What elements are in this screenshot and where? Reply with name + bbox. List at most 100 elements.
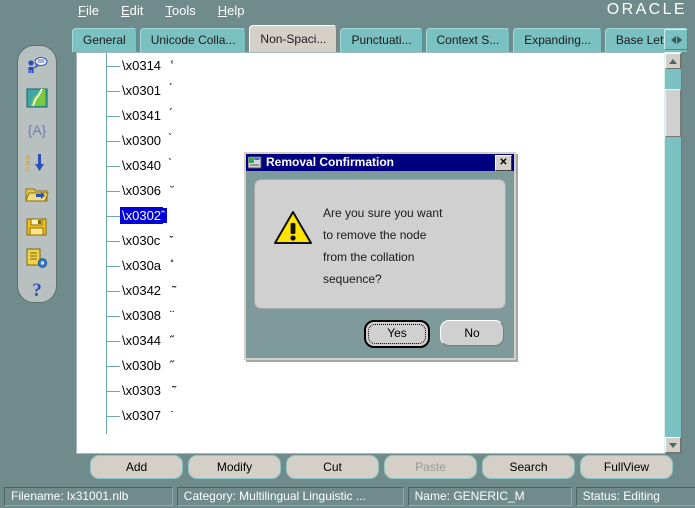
tree-node[interactable]: \x0341́: [106, 103, 172, 128]
svg-text:c: c: [26, 166, 30, 173]
chevron-left-icon[interactable]: [671, 36, 676, 44]
tree-branch-line: [106, 416, 120, 417]
dialog-message-line: to remove the node: [323, 224, 442, 246]
tree-node-selected[interactable]: \x0302̂: [106, 203, 167, 228]
open-folder-icon[interactable]: [24, 183, 50, 206]
tree-branch-line: [106, 91, 120, 92]
dialog-message-line: Are you sure you want: [323, 202, 442, 224]
removal-confirmation-dialog: Removal Confirmation ✕ Are you sure you …: [244, 152, 516, 360]
modify-button[interactable]: Modify: [188, 455, 281, 479]
braces-a-icon[interactable]: {A}: [24, 118, 50, 141]
tree-node[interactable]: \x030b̋: [106, 353, 172, 378]
yes-button[interactable]: Yes: [364, 320, 430, 348]
tree-node-label: \x030a: [120, 257, 163, 274]
tab-non-spacing[interactable]: Non-Spaci...: [249, 25, 337, 52]
tree-node[interactable]: \x0308̈: [106, 303, 172, 328]
abc-sort-icon[interactable]: a b c: [24, 150, 50, 173]
tree-node-label: \x0341: [120, 107, 163, 124]
menu-bar: File Edit Tools Help ORACLE: [0, 0, 695, 22]
oracle-logo: ORACLE: [607, 1, 687, 19]
tab-punctuation[interactable]: Punctuati...: [340, 28, 422, 52]
tree-node-label: \x0307: [120, 407, 163, 424]
tree-node-label: \x030b: [120, 357, 163, 374]
warning-triangle-icon: [273, 210, 313, 246]
tree-node-label: \x0300: [120, 132, 163, 149]
tree-branch-line: [106, 141, 120, 142]
tree-node-glyph: ̂: [163, 208, 167, 223]
tree-node[interactable]: \x0307̇: [106, 403, 172, 428]
map-icon[interactable]: [24, 86, 50, 109]
status-bar: Filename: lx31001.nlb Category: Multilin…: [0, 485, 695, 508]
tree-branch-line: [106, 66, 120, 67]
dialog-body: Are you sure you want to remove the node…: [246, 171, 514, 358]
tree-node-label: \x030c: [120, 232, 162, 249]
search-button[interactable]: Search: [482, 455, 575, 479]
paste-button: Paste: [384, 455, 477, 479]
tree-node[interactable]: \x0314̔: [106, 53, 172, 78]
application-window: File Edit Tools Help ORACLE General Unic…: [0, 0, 695, 508]
tree-node[interactable]: \x0300̀: [106, 128, 172, 153]
tree-node-label: \x0308: [120, 307, 163, 324]
tree-node[interactable]: \x0301́: [106, 78, 172, 103]
tree-branch-line: [106, 316, 120, 317]
scroll-down-arrow-icon[interactable]: [665, 437, 681, 453]
menu-edit-rest: dit: [130, 3, 144, 18]
tree-branch-line: [106, 266, 120, 267]
tree-branch-line: [106, 116, 120, 117]
menu-item-file[interactable]: File: [76, 2, 101, 20]
action-button-row: Add Modify Cut Paste Search FullView: [90, 455, 673, 479]
menu-item-tools[interactable]: Tools: [163, 2, 197, 20]
left-toolbar: {A} a b c: [17, 45, 57, 303]
menu-help-mnemonic: H: [218, 3, 227, 18]
tab-general[interactable]: General: [72, 28, 137, 52]
menu-help-rest: elp: [227, 3, 244, 18]
scroll-up-arrow-icon[interactable]: [665, 53, 681, 69]
tree-node-label: \x0302: [120, 207, 163, 224]
cut-button[interactable]: Cut: [286, 455, 379, 479]
tree-node-label: \x0344: [120, 332, 163, 349]
menu-items: File Edit Tools Help: [76, 2, 246, 20]
menu-item-help[interactable]: Help: [216, 2, 247, 20]
tree-branch-line: [106, 391, 120, 392]
fullview-button[interactable]: FullView: [580, 455, 673, 479]
menu-file-rest: ile: [86, 3, 99, 18]
tree-node[interactable]: \x0303̃: [106, 378, 172, 403]
status-filename: Filename: lx31001.nlb: [4, 487, 173, 506]
tree-node[interactable]: \x030č: [106, 228, 171, 253]
tree-node[interactable]: \x0342̃: [106, 278, 172, 303]
tab-expanding[interactable]: Expanding...: [513, 28, 602, 52]
tab-context-sensitive[interactable]: Context S...: [426, 28, 511, 52]
vertical-scrollbar[interactable]: [664, 52, 682, 454]
tree-node[interactable]: \x0344̋: [106, 328, 172, 353]
tree-node-label: \x0342: [120, 282, 163, 299]
status-category: Category: Multilingual Linguistic ...: [177, 487, 404, 506]
focus-ring: [368, 324, 426, 344]
tree-branch-line: [106, 341, 120, 342]
document-settings-icon[interactable]: [24, 247, 50, 270]
dialog-message-text: Are you sure you want to remove the node…: [323, 194, 442, 290]
dialog-title-text: Removal Confirmation: [266, 154, 495, 171]
tree-node[interactable]: \x0306̆: [106, 178, 172, 203]
tree-node-label: \x0314: [120, 57, 163, 74]
menu-edit-mnemonic: E: [121, 3, 130, 18]
menu-item-edit[interactable]: Edit: [119, 2, 145, 20]
add-button[interactable]: Add: [90, 455, 183, 479]
close-icon[interactable]: ✕: [495, 155, 512, 171]
tab-scroll-buttons[interactable]: [664, 29, 688, 50]
tab-bar: General Unicode Colla... Non-Spaci... Pu…: [72, 26, 691, 52]
save-disk-icon[interactable]: [24, 215, 50, 238]
user-comment-icon[interactable]: [24, 54, 50, 77]
tree-node[interactable]: \x0340̀: [106, 153, 172, 178]
dialog-app-icon: [248, 156, 262, 169]
tree-node-label: \x0301: [120, 82, 163, 99]
help-question-icon[interactable]: ?: [24, 279, 50, 302]
tab-unicode-collation[interactable]: Unicode Colla...: [140, 28, 247, 52]
tree-branch-line: [106, 291, 120, 292]
chevron-right-icon[interactable]: [677, 36, 682, 44]
tree-node[interactable]: \x030å: [106, 253, 172, 278]
dialog-button-row: Yes No: [364, 320, 504, 348]
no-button[interactable]: No: [440, 320, 504, 346]
scrollbar-thumb[interactable]: [665, 89, 681, 137]
dialog-title-bar[interactable]: Removal Confirmation ✕: [246, 154, 514, 171]
tree-branch-line: [106, 241, 120, 242]
